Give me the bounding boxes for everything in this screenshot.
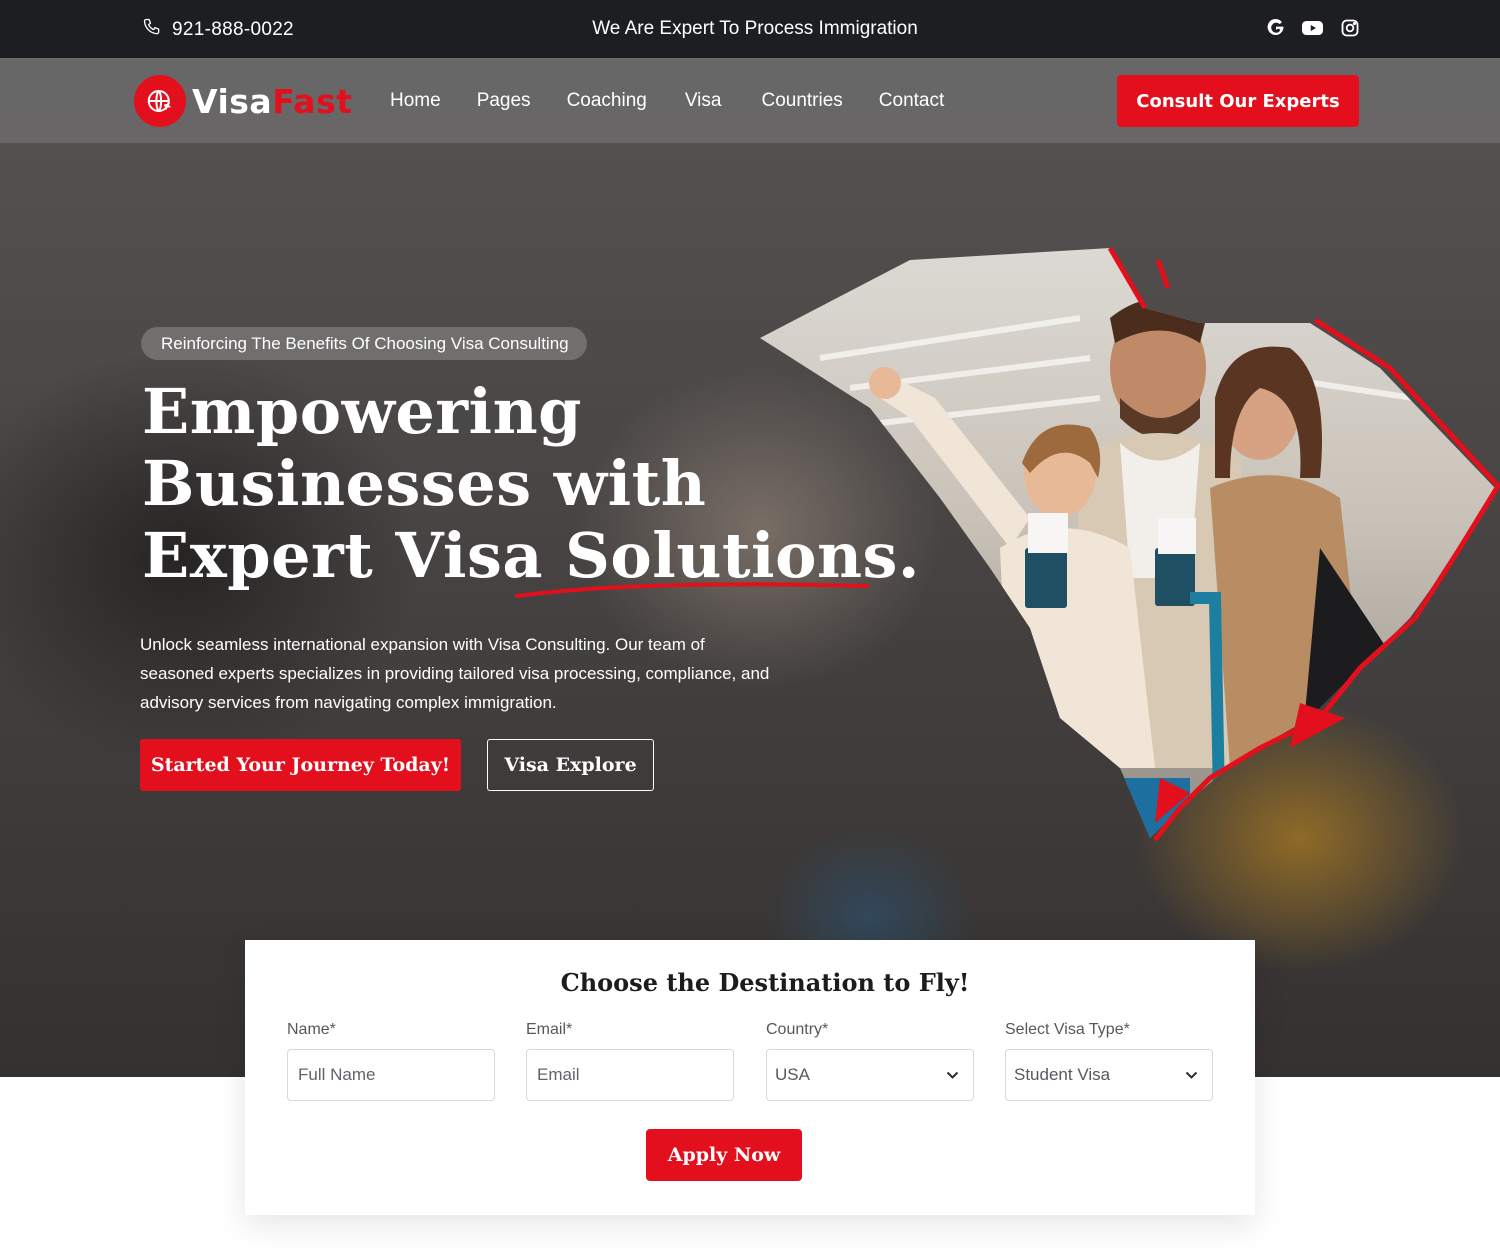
- nav-item-coaching[interactable]: Coaching: [549, 90, 665, 112]
- visa-type-field-group: Select Visa Type* Student Visa: [1005, 1021, 1213, 1101]
- nav-item-contact[interactable]: Contact: [861, 90, 962, 112]
- name-input-box: [287, 1049, 495, 1101]
- visa-type-label: Select Visa Type*: [1005, 1021, 1130, 1038]
- brand-name-part-2: Fast: [272, 81, 353, 121]
- name-field-group: Name*: [287, 1021, 495, 1101]
- name-label: Name*: [287, 1021, 336, 1038]
- chevron-down-icon: [946, 1065, 959, 1085]
- apply-now-button[interactable]: Apply Now: [646, 1129, 802, 1181]
- nav-item-pages[interactable]: Pages: [459, 90, 549, 112]
- country-select[interactable]: USA: [766, 1049, 974, 1101]
- start-journey-button[interactable]: Started Your Journey Today!: [140, 739, 461, 791]
- email-input[interactable]: [535, 1065, 719, 1085]
- nav-item-home[interactable]: Home: [372, 90, 459, 112]
- visa-type-select[interactable]: Student Visa: [1005, 1049, 1213, 1101]
- hero-description: Unlock seamless international expansion …: [140, 635, 770, 712]
- email-label: Email*: [526, 1021, 573, 1038]
- google-icon[interactable]: [1265, 17, 1286, 38]
- main-navbar: VisaFast Home Pages Coaching Visa Countr…: [0, 58, 1500, 143]
- globe-plane-icon: [134, 75, 186, 127]
- nav-menu: Home Pages Coaching Visa Countries Conta…: [372, 90, 962, 112]
- top-bar: 921-888-0022 We Are Expert To Process Im…: [0, 0, 1500, 58]
- brand-name-part-1: Visa: [192, 81, 273, 121]
- email-input-box: [526, 1049, 734, 1101]
- visafast-logo[interactable]: VisaFast: [134, 75, 352, 127]
- country-field-group: Country* USA: [766, 1021, 974, 1101]
- country-selected-value: USA: [775, 1065, 810, 1084]
- social-links: [1265, 17, 1360, 38]
- visa-explore-button[interactable]: Visa Explore: [487, 739, 654, 791]
- hero-subtitle-pill: Reinforcing The Benefits Of Choosing Vis…: [141, 327, 587, 360]
- headline-line-2: Businesses with: [142, 447, 707, 520]
- email-field-group: Email*: [526, 1021, 734, 1101]
- nav-item-countries[interactable]: Countries: [743, 90, 860, 112]
- instagram-icon[interactable]: [1339, 17, 1360, 38]
- brand-name: VisaFast: [192, 82, 352, 121]
- country-label: Country*: [766, 1021, 829, 1038]
- chevron-down-icon: [1185, 1065, 1198, 1085]
- headline-line-1: Empowering: [142, 375, 583, 448]
- destination-form-card: Choose the Destination to Fly! Name* Ema…: [245, 940, 1255, 1215]
- consult-experts-button[interactable]: Consult Our Experts: [1117, 75, 1359, 127]
- name-input[interactable]: [296, 1065, 480, 1085]
- hero-headline: Empowering Businesses with Expert Visa S…: [142, 375, 920, 592]
- visa-type-selected-value: Student Visa: [1014, 1065, 1111, 1084]
- youtube-icon[interactable]: [1302, 17, 1323, 38]
- nav-item-visa[interactable]: Visa: [665, 90, 744, 112]
- headline-underline-swoosh: [515, 582, 869, 598]
- form-title: Choose the Destination to Fly!: [560, 968, 970, 997]
- hero-section: VisaFast Home Pages Coaching Visa Countr…: [0, 58, 1500, 1077]
